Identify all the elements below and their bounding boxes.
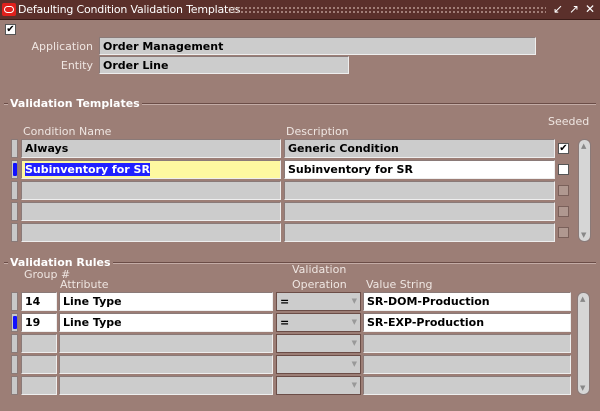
row-selector[interactable] xyxy=(11,202,18,221)
description-field[interactable]: Generic Condition xyxy=(284,139,555,158)
scroll-up-icon[interactable]: ▲ xyxy=(580,295,585,303)
dropdown-arrow-icon[interactable]: ▼ xyxy=(352,360,357,368)
row-selector[interactable] xyxy=(11,292,18,311)
seeded-checkbox[interactable] xyxy=(558,164,569,175)
operation-select[interactable]: ▼ xyxy=(276,355,361,374)
maximize-icon[interactable]: ↗ xyxy=(569,2,579,16)
dropdown-arrow-icon[interactable]: ▼ xyxy=(352,297,357,305)
operation-select[interactable]: ▼ xyxy=(276,334,361,353)
attribute-header: Attribute xyxy=(60,278,109,291)
rules-scrollbar[interactable]: ▲ ▼ xyxy=(577,292,590,395)
value-string-field[interactable]: SR-EXP-Production xyxy=(363,313,571,332)
seeded-checkbox[interactable]: ✔ xyxy=(558,143,569,154)
scroll-down-icon[interactable]: ▼ xyxy=(581,231,586,239)
description-field[interactable]: Subinventory for SR xyxy=(284,160,555,179)
operation-header-line2: Operation xyxy=(292,278,347,291)
value-string-field[interactable] xyxy=(363,355,571,374)
row-selector[interactable] xyxy=(11,139,18,158)
group-field[interactable] xyxy=(21,334,57,353)
window-title: Defaulting Condition Validation Template… xyxy=(18,3,241,16)
minimize-icon[interactable]: ↙ xyxy=(553,2,563,16)
attribute-field[interactable]: Line Type xyxy=(59,292,273,311)
operation-select[interactable]: = ▼ xyxy=(276,313,361,332)
seeded-checkbox[interactable] xyxy=(558,227,569,238)
group-field[interactable] xyxy=(21,355,57,374)
condition-name-field[interactable] xyxy=(21,202,281,221)
value-string-field[interactable]: SR-DOM-Production xyxy=(363,292,571,311)
condition-name-field[interactable]: Subinventory for SR xyxy=(21,160,281,179)
condition-name-field[interactable] xyxy=(21,223,281,242)
application-field[interactable]: Order Management xyxy=(99,37,536,55)
condition-name-header: Condition Name xyxy=(23,125,112,138)
description-field[interactable] xyxy=(284,181,555,200)
row-selector[interactable] xyxy=(11,334,18,353)
value-string-header: Value String xyxy=(366,278,433,291)
operation-value: = xyxy=(280,316,290,329)
group-field[interactable] xyxy=(21,376,57,395)
group-field[interactable]: 19 xyxy=(21,313,57,332)
seeded-header: Seeded xyxy=(548,115,590,128)
close-icon[interactable]: ✕ xyxy=(585,2,595,16)
condition-name-value: Always xyxy=(25,142,69,155)
title-bar: Defaulting Condition Validation Template… xyxy=(0,0,600,20)
entity-label: Entity xyxy=(60,59,93,72)
condition-name-field[interactable]: Always xyxy=(21,139,281,158)
group-field[interactable]: 14 xyxy=(21,292,57,311)
templates-scrollbar[interactable]: ▲ ▼ xyxy=(578,139,591,242)
scroll-down-icon[interactable]: ▼ xyxy=(580,384,585,392)
templates-section-title: Validation Templates xyxy=(8,97,142,110)
value-string-field[interactable] xyxy=(363,376,571,395)
scroll-up-icon[interactable]: ▲ xyxy=(581,142,586,150)
entity-field[interactable]: Order Line xyxy=(99,56,349,74)
row-selector[interactable] xyxy=(11,160,18,179)
attribute-field[interactable] xyxy=(59,334,273,353)
oracle-logo-icon xyxy=(2,3,16,16)
title-bar-grip[interactable] xyxy=(228,6,546,15)
attribute-field[interactable] xyxy=(59,376,273,395)
description-field[interactable] xyxy=(284,223,555,242)
seeded-checkbox[interactable] xyxy=(558,185,569,196)
row-selector[interactable] xyxy=(11,376,18,395)
attribute-field[interactable]: Line Type xyxy=(59,313,273,332)
row-selector[interactable] xyxy=(11,313,18,332)
operation-header-line1: Validation xyxy=(292,263,347,276)
attribute-field[interactable] xyxy=(59,355,273,374)
row-selector[interactable] xyxy=(11,355,18,374)
value-string-field[interactable] xyxy=(363,334,571,353)
operation-value: = xyxy=(280,295,290,308)
condition-name-field[interactable] xyxy=(21,181,281,200)
application-label: Application xyxy=(31,40,93,53)
condition-name-value: Subinventory for SR xyxy=(25,163,150,176)
header-checkbox[interactable]: ✔ xyxy=(5,24,16,35)
description-header: Description xyxy=(286,125,349,138)
row-selector[interactable] xyxy=(11,223,18,242)
row-selector[interactable] xyxy=(11,181,18,200)
operation-select[interactable]: = ▼ xyxy=(276,292,361,311)
seeded-checkbox[interactable] xyxy=(558,206,569,217)
operation-select[interactable]: ▼ xyxy=(276,376,361,395)
dropdown-arrow-icon[interactable]: ▼ xyxy=(352,318,357,326)
dropdown-arrow-icon[interactable]: ▼ xyxy=(352,381,357,389)
description-field[interactable] xyxy=(284,202,555,221)
dropdown-arrow-icon[interactable]: ▼ xyxy=(352,339,357,347)
